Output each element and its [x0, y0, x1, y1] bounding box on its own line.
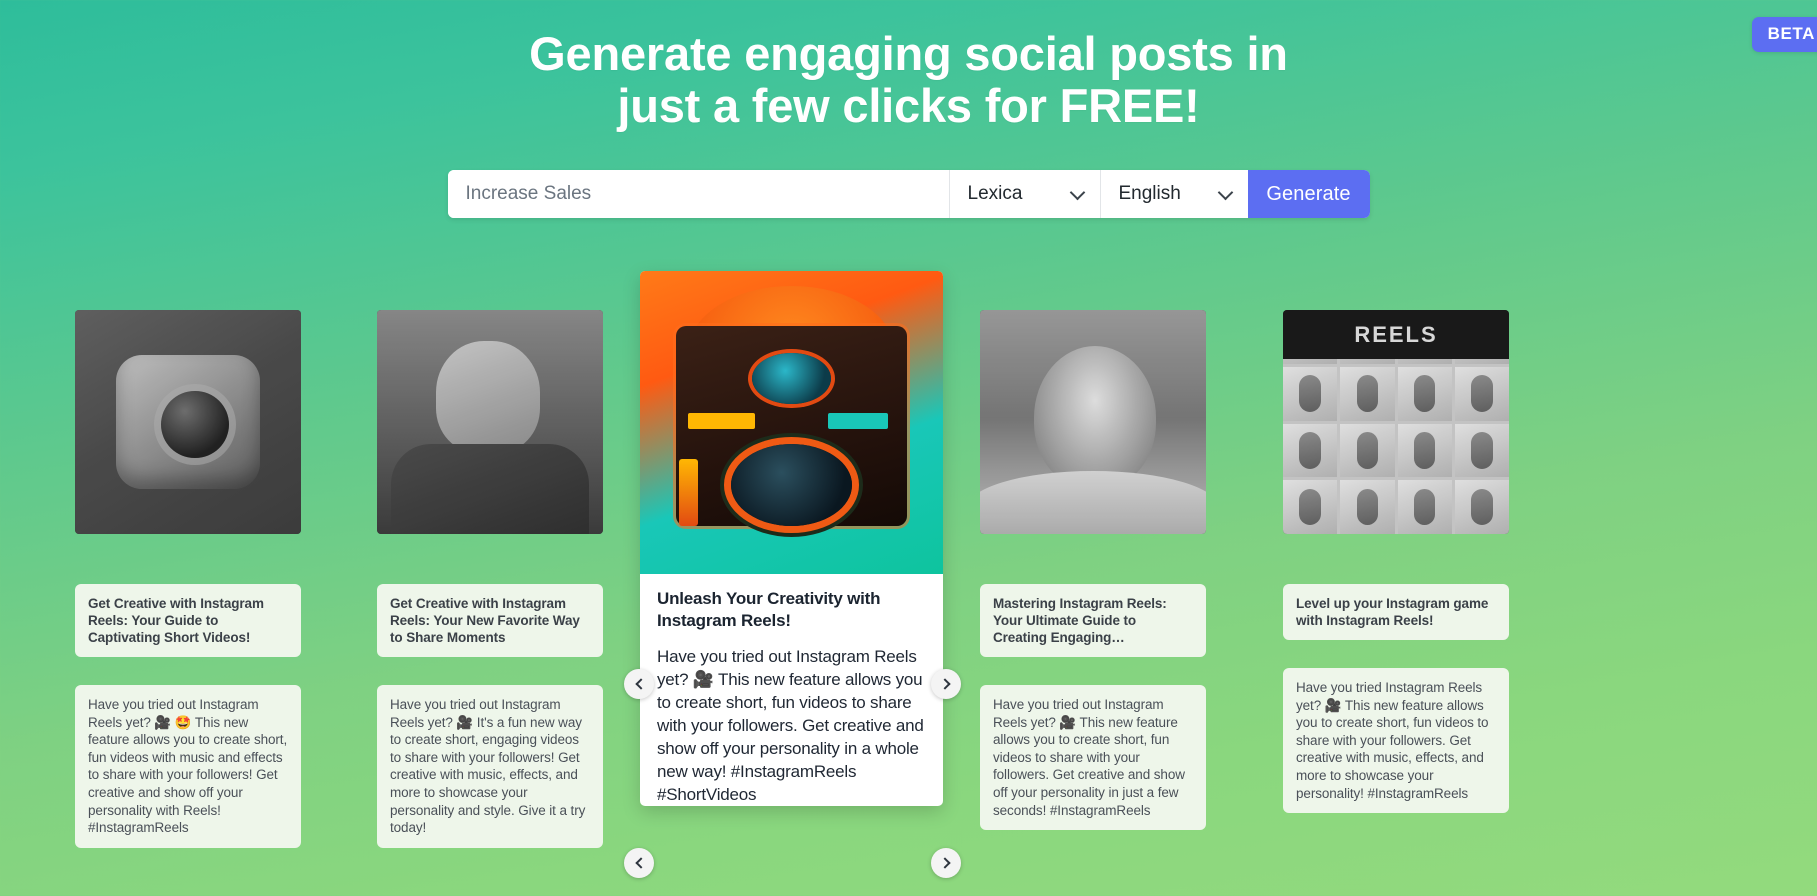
post-thumbnail [377, 310, 603, 534]
post-body: Have you tried out Instagram Reels yet? … [75, 685, 301, 848]
model-select[interactable]: Lexica [948, 170, 1100, 218]
model-select-label: Lexica [967, 183, 1023, 204]
post-thumbnail: REELS [1283, 310, 1509, 534]
post-title: Level up your Instagram game with Instag… [1283, 584, 1509, 640]
topic-search-input[interactable] [447, 170, 949, 218]
chevron-left-icon [634, 857, 647, 869]
carousel-next-image-button[interactable] [931, 669, 961, 699]
language-select-label: English [1118, 183, 1181, 204]
chevron-down-icon [1217, 184, 1233, 201]
post-card[interactable]: Mastering Instagram Reels: Your Ultimate… [980, 262, 1206, 831]
post-body: Have you tried out Instagram Reels yet? … [980, 685, 1206, 831]
post-thumbnail [980, 310, 1206, 534]
post-thumbnail [75, 310, 301, 534]
generate-button[interactable]: Generate [1247, 170, 1370, 218]
carousel-prev-image-button[interactable] [624, 669, 654, 699]
carousel-prev-title-button[interactable] [624, 848, 654, 878]
chevron-down-icon [1069, 184, 1085, 201]
hero-section: Generate engaging social posts in just a… [0, 28, 1817, 132]
post-title: Mastering Instagram Reels: Your Ultimate… [980, 584, 1206, 657]
generator-search-bar: Lexica English Generate [447, 170, 1370, 218]
featured-post-title: Unleash Your Creativity with Instagram R… [657, 589, 881, 630]
post-body: Have you tried out Instagram Reels yet? … [377, 685, 603, 848]
chevron-right-icon [938, 857, 951, 869]
featured-post-card[interactable]: Unleash Your Creativity with Instagram R… [640, 271, 943, 806]
page-title: Generate engaging social posts in just a… [0, 28, 1817, 132]
language-select[interactable]: English [1099, 170, 1248, 218]
post-card[interactable]: Get Creative with Instagram Reels: Your … [377, 262, 603, 848]
carousel-next-title-button[interactable] [931, 848, 961, 878]
post-card[interactable]: REELS Level up your Instagram game with … [1283, 262, 1509, 814]
post-card[interactable]: Get Creative with Instagram Reels: Your … [75, 262, 301, 848]
post-title: Get Creative with Instagram Reels: Your … [75, 584, 301, 657]
featured-post-body: Have you tried out Instagram Reels yet? … [657, 647, 924, 804]
chevron-left-icon [634, 678, 647, 690]
page-title-line-2: just a few clicks for FREE! [617, 79, 1200, 132]
thumbnail-overlay-text: REELS [1283, 310, 1509, 360]
post-carousel: Get Creative with Instagram Reels: Your … [0, 262, 1817, 896]
post-body: Have you tried Instagram Reels yet? 🎥 Th… [1283, 668, 1509, 814]
post-title: Get Creative with Instagram Reels: Your … [377, 584, 603, 657]
chevron-right-icon [938, 678, 951, 690]
beta-badge: BETA [1751, 17, 1817, 52]
page-title-line-1: Generate engaging social posts in [529, 27, 1288, 80]
featured-post-thumbnail [640, 271, 943, 574]
